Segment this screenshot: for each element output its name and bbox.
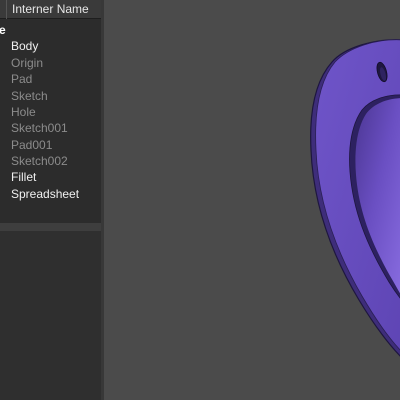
tree-item-origin[interactable]: Origin [11, 56, 43, 70]
tree-item-pad001[interactable]: Pad001 [11, 138, 52, 152]
tree-header: Interner Name [0, 0, 101, 19]
tree-item-pad[interactable]: Pad [11, 72, 32, 86]
tree-item-sketch002[interactable]: Sketch002 [11, 154, 68, 168]
tree-item-hole[interactable]: Hole [11, 105, 36, 119]
property-panel [0, 231, 101, 400]
tree-item-body[interactable]: Body [11, 39, 38, 53]
column-header-internal-name[interactable]: Interner Name [12, 2, 89, 16]
tree-root-label[interactable]: e [0, 23, 6, 37]
model-render [310, 39, 400, 357]
app-window: Interner Name e Body Origin Pad Sketch H… [0, 0, 400, 400]
model-tree-panel: Interner Name e Body Origin Pad Sketch H… [0, 0, 101, 223]
panel-divider[interactable] [0, 223, 101, 231]
tree-item-sketch[interactable]: Sketch [11, 89, 48, 103]
tree-item-spreadsheet[interactable]: Spreadsheet [11, 187, 79, 201]
3d-viewport[interactable] [104, 0, 400, 400]
tree-item-fillet[interactable]: Fillet [11, 170, 36, 184]
tree-item-sketch001[interactable]: Sketch001 [11, 121, 68, 135]
column-separator[interactable] [6, 0, 7, 19]
